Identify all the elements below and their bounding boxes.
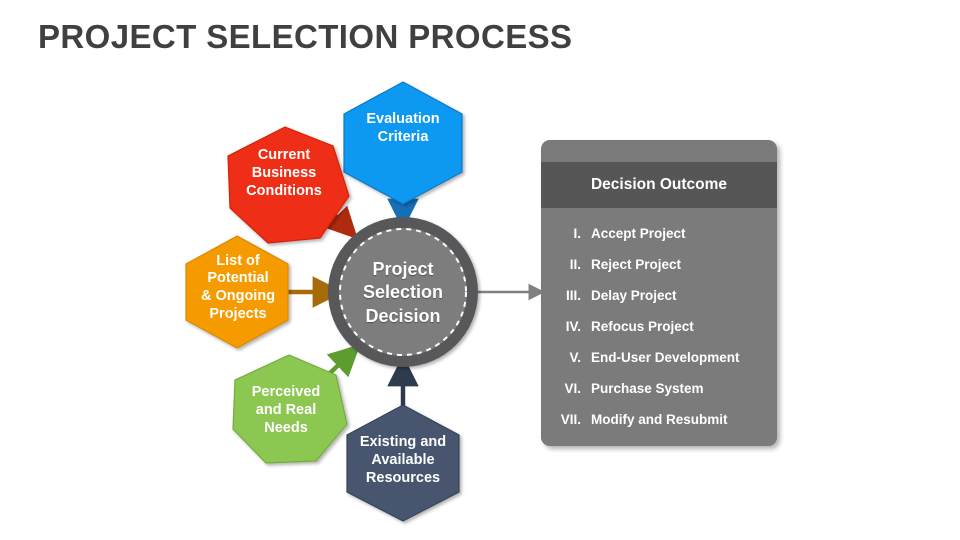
shape-evaluation-criteria[interactable] xyxy=(343,81,463,205)
list-item-number: V. xyxy=(569,350,581,365)
diagram-artwork xyxy=(185,81,546,522)
list-item-number: III. xyxy=(565,288,581,303)
diagram-canvas: PROJECT SELECTION PROCESS Evaluation Cri… xyxy=(0,0,960,540)
shape-current-business-conditions[interactable] xyxy=(227,126,350,244)
list-item[interactable]: VII. Modify and Resubmit xyxy=(541,404,777,435)
list-item-label: Reject Project xyxy=(591,257,682,272)
shape-list-of-potential-and-ongoing-projects[interactable] xyxy=(185,235,289,349)
list-item-number: VII. xyxy=(560,412,581,427)
shape-existing-and-available-resources[interactable] xyxy=(346,404,460,522)
list-item-label: End-User Development xyxy=(591,350,740,365)
list-item-label: Purchase System xyxy=(591,381,704,396)
list-item-label: Accept Project xyxy=(591,226,686,241)
list-item-number: IV. xyxy=(565,319,581,334)
list-item-number: VI. xyxy=(564,381,581,396)
list-item-label: Refocus Project xyxy=(591,319,694,334)
list-item[interactable]: V. End-User Development xyxy=(541,342,777,373)
decision-outcome-list: I. Accept Project II. Reject Project III… xyxy=(541,208,777,446)
decision-outcome-header: Decision Outcome xyxy=(541,162,777,208)
list-item-label: Delay Project xyxy=(591,288,677,303)
list-item[interactable]: IV. Refocus Project xyxy=(541,311,777,342)
list-item[interactable]: III. Delay Project xyxy=(541,280,777,311)
list-item[interactable]: VI. Purchase System xyxy=(541,373,777,404)
list-item-label: Modify and Resubmit xyxy=(591,412,728,427)
decision-outcome-panel: Decision Outcome I. Accept Project II. R… xyxy=(541,140,777,446)
center-decision-circle[interactable] xyxy=(328,217,478,367)
list-item-number: I. xyxy=(573,226,581,241)
list-item[interactable]: I. Accept Project xyxy=(541,218,777,249)
list-item-number: II. xyxy=(569,257,581,272)
list-item[interactable]: II. Reject Project xyxy=(541,249,777,280)
